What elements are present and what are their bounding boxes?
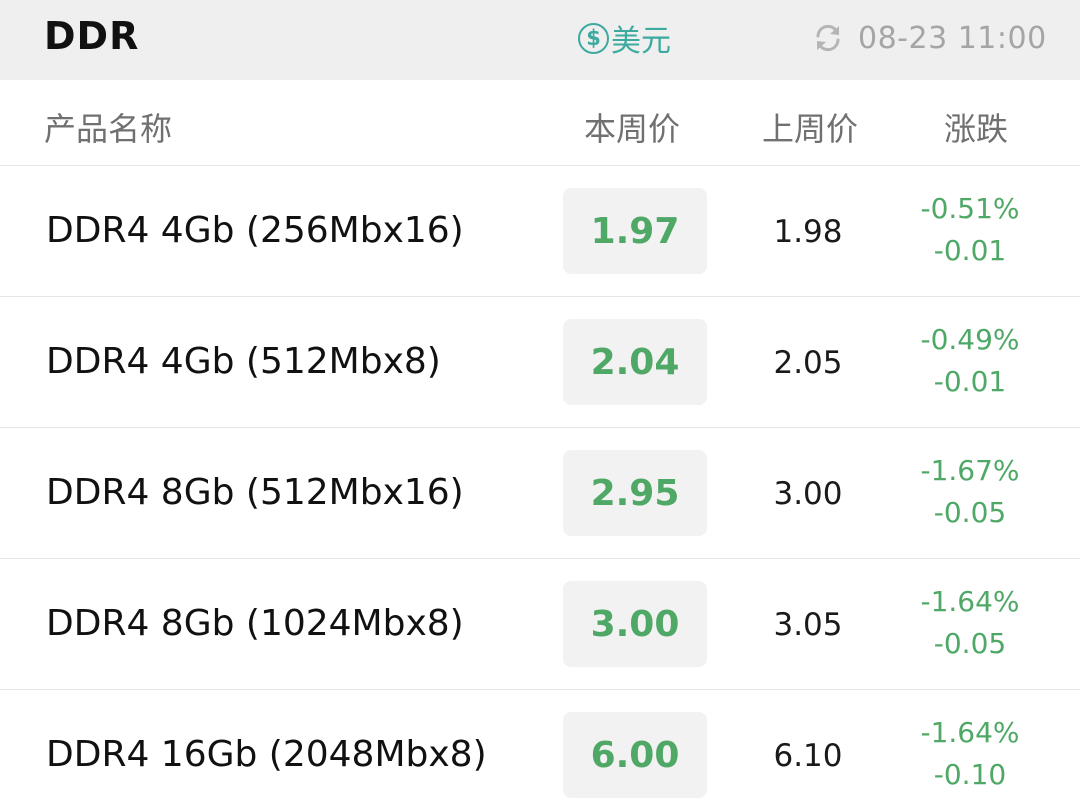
dollar-circle-icon: $: [578, 22, 609, 54]
last-week-price: 3.05: [773, 607, 843, 643]
this-week-price: 2.04: [590, 341, 680, 383]
change-absolute: -0.05: [933, 496, 1007, 529]
last-week-price: 2.05: [773, 345, 843, 381]
update-timestamp: 08-23 11:00: [858, 20, 1047, 56]
refresh-icon[interactable]: [812, 22, 844, 54]
product-name: DDR4 4Gb (512Mbx8): [46, 341, 441, 382]
column-header-last-week[interactable]: 上周价: [762, 104, 858, 150]
this-week-price: 3.00: [590, 603, 680, 645]
this-week-price-box: 2.95: [563, 450, 707, 536]
change-absolute: -0.01: [933, 234, 1007, 267]
table-row[interactable]: DDR4 8Gb (1024Mbx8) 3.00 3.05 -1.64% -0.…: [0, 559, 1080, 690]
column-header-change[interactable]: 涨跌: [944, 104, 1008, 150]
change-absolute: -0.01: [933, 365, 1007, 398]
this-week-price: 6.00: [590, 734, 680, 776]
table-row[interactable]: DDR4 4Gb (512Mbx8) 2.04 2.05 -0.49% -0.0…: [0, 297, 1080, 428]
currency-label: 美元: [611, 24, 671, 59]
change-percent: -0.49%: [920, 323, 1020, 356]
product-name: DDR4 4Gb (256Mbx16): [46, 210, 464, 251]
change-percent: -1.67%: [920, 454, 1020, 487]
page-title: DDR: [44, 14, 140, 58]
currency-toggle[interactable]: $ 美元: [578, 18, 671, 59]
product-name: DDR4 16Gb (2048Mbx8): [46, 734, 487, 775]
last-week-price: 1.98: [773, 214, 843, 250]
this-week-price-box: 6.00: [563, 712, 707, 798]
table-row[interactable]: DDR4 16Gb (2048Mbx8) 6.00 6.10 -1.64% -0…: [0, 690, 1080, 810]
table-row[interactable]: DDR4 4Gb (256Mbx16) 1.97 1.98 -0.51% -0.…: [0, 166, 1080, 297]
last-week-price: 3.00: [773, 476, 843, 512]
this-week-price-box: 2.04: [563, 319, 707, 405]
product-name: DDR4 8Gb (1024Mbx8): [46, 603, 464, 644]
update-info: 08-23 11:00: [812, 18, 1047, 58]
change-percent: -1.64%: [920, 585, 1020, 618]
this-week-price-box: 1.97: [563, 188, 707, 274]
change-percent: -0.51%: [920, 192, 1020, 225]
column-header-name: 产品名称: [44, 110, 173, 148]
table-row[interactable]: DDR4 8Gb (512Mbx16) 2.95 3.00 -1.67% -0.…: [0, 428, 1080, 559]
table-header: 产品名称 本周价 上周价 涨跌: [0, 80, 1080, 166]
last-week-price: 6.10: [773, 738, 843, 774]
change-absolute: -0.05: [933, 627, 1007, 660]
top-bar: DDR $ 美元 08-23 11:00: [0, 0, 1080, 80]
this-week-price: 1.97: [590, 210, 680, 252]
this-week-price-box: 3.00: [563, 581, 707, 667]
change-absolute: -0.10: [933, 758, 1007, 791]
this-week-price: 2.95: [590, 472, 680, 514]
column-header-this-week[interactable]: 本周价: [584, 104, 680, 150]
change-percent: -1.64%: [920, 716, 1020, 749]
product-name: DDR4 8Gb (512Mbx16): [46, 472, 464, 513]
